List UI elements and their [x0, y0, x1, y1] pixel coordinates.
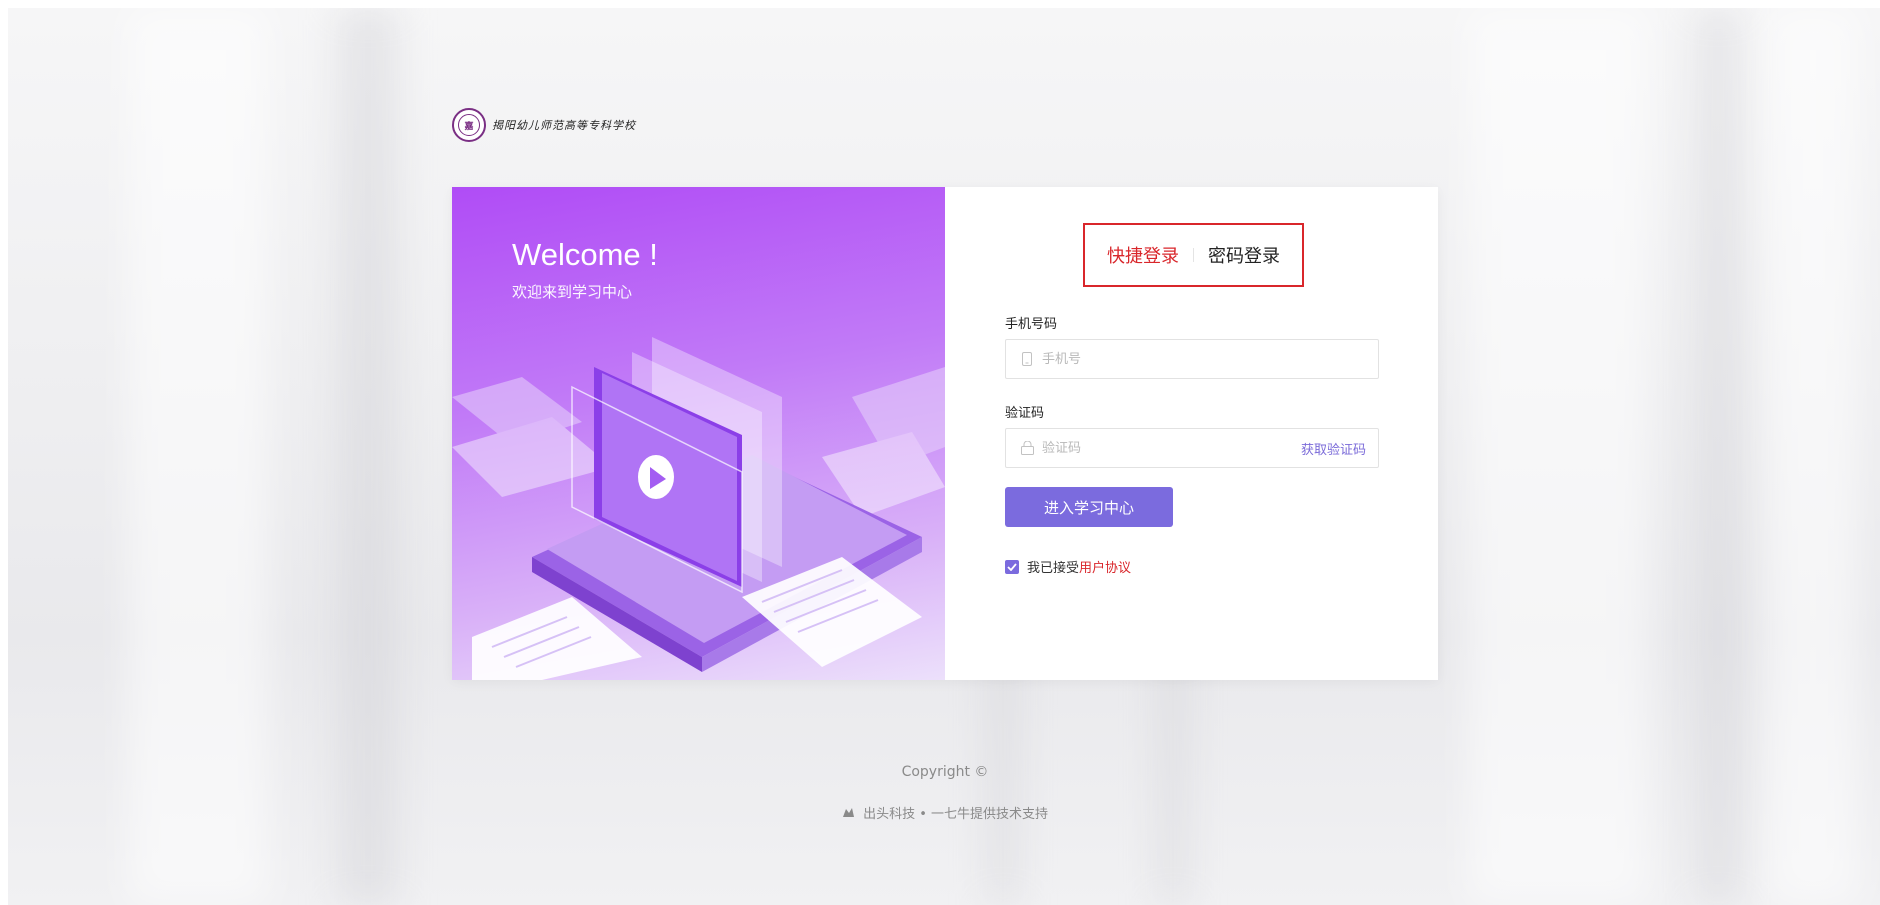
brand-icon: [842, 808, 854, 817]
agree-checkbox[interactable]: [1005, 559, 1019, 574]
phone-icon: [1020, 352, 1034, 366]
user-agreement-link[interactable]: 用户协议: [1079, 557, 1131, 576]
get-code-button[interactable]: 获取验证码: [1301, 439, 1366, 458]
code-field: 获取验证码: [1005, 428, 1379, 468]
phone-label: 手机号码: [1005, 317, 1058, 332]
login-tabs: 快捷登录 密码登录: [1083, 223, 1304, 287]
seal-glyph: 嘉: [458, 114, 480, 136]
code-label: 验证码: [1005, 406, 1045, 421]
lock-icon: [1020, 441, 1034, 455]
agree-prefix: 我已接受: [1027, 561, 1080, 576]
copyright-text: Copyright ©: [901, 764, 989, 780]
login-card: Welcome ! 欢迎来到学习中心 快捷登录 密码登录 手机号码 手机号 验证…: [452, 187, 1438, 680]
tab-password-login[interactable]: 密码登录: [1194, 242, 1294, 268]
phone-input[interactable]: [1040, 350, 1378, 368]
book-laptop-video-illustration: [452, 337, 945, 680]
support-line: 出头科技 • 一七牛提供技术支持: [0, 803, 1880, 822]
school-logo: 嘉 揭阳幼儿师范高等专科学校: [452, 108, 636, 142]
school-name: 揭阳幼儿师范高等专科学校: [492, 119, 636, 132]
hero-panel: Welcome ! 欢迎来到学习中心: [452, 187, 945, 680]
code-input[interactable]: [1040, 439, 1301, 457]
check-icon: [1007, 562, 1017, 571]
phone-field: [1005, 339, 1379, 379]
login-form: 快捷登录 密码登录 手机号码 验证码 获取验证码 进入学习中心 我已接受 用户协: [945, 187, 1438, 680]
school-seal-icon: 嘉: [452, 108, 486, 142]
agreement-row: 我已接受 用户协议: [1005, 557, 1131, 576]
enter-learning-center-button[interactable]: 进入学习中心: [1005, 487, 1173, 527]
tab-quick-login[interactable]: 快捷登录: [1093, 242, 1193, 268]
support-text: 出头科技 • 一七牛提供技术支持: [863, 807, 1049, 822]
